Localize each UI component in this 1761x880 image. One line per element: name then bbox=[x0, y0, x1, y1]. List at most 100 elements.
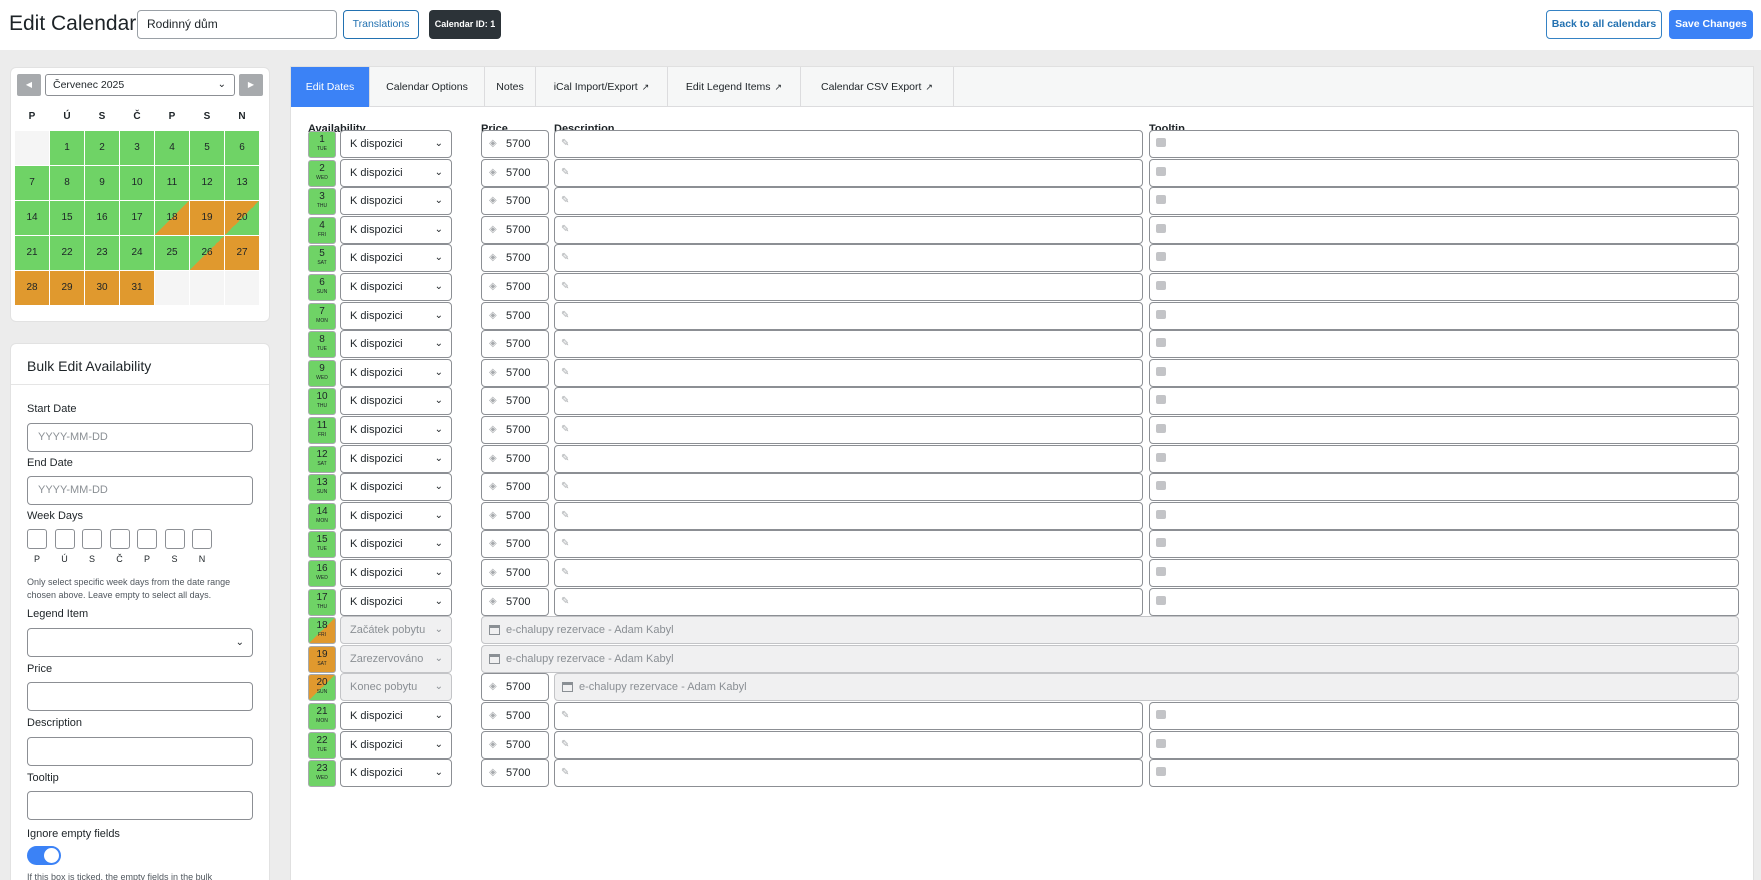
tooltip-input[interactable] bbox=[1149, 215, 1739, 244]
description-input[interactable]: ✎ bbox=[554, 416, 1143, 444]
weekday-checkbox[interactable] bbox=[54, 529, 75, 549]
description-input[interactable]: ✎ bbox=[554, 330, 1143, 359]
availability-select[interactable]: K dispozici ⌄ bbox=[340, 187, 452, 216]
tab-ical-import-export[interactable]: iCal Import/Export ↗ bbox=[536, 67, 668, 107]
description-input[interactable]: ✎ bbox=[554, 559, 1143, 587]
price-input[interactable]: ◈ 5700 bbox=[481, 702, 549, 730]
description-input[interactable]: ✎ bbox=[554, 187, 1143, 216]
calendar-day[interactable]: 17 bbox=[120, 201, 154, 235]
description-input[interactable]: ✎ bbox=[554, 587, 1143, 616]
availability-select[interactable]: K dispozici ⌄ bbox=[340, 416, 452, 444]
calendar-day[interactable]: 16 bbox=[85, 201, 119, 235]
availability-select[interactable]: K dispozici ⌄ bbox=[340, 759, 452, 788]
calendar-day[interactable]: 22 bbox=[50, 236, 84, 270]
price-input[interactable]: ◈ 5700 bbox=[481, 273, 549, 301]
availability-select[interactable]: K dispozici ⌄ bbox=[340, 530, 452, 559]
tooltip-input[interactable] bbox=[1149, 730, 1739, 759]
calendar-day[interactable]: 1 bbox=[50, 131, 84, 165]
calendar-day[interactable]: 31 bbox=[120, 271, 154, 305]
tooltip-input[interactable] bbox=[1149, 530, 1739, 559]
calendar-day[interactable]: 24 bbox=[120, 236, 154, 270]
price-input[interactable]: ◈ 5700 bbox=[481, 387, 549, 416]
calendar-day[interactable]: 6 bbox=[225, 131, 259, 165]
weekday-checkbox[interactable] bbox=[82, 529, 102, 549]
description-input[interactable]: ✎ bbox=[554, 730, 1143, 759]
tooltip-input[interactable] bbox=[1149, 702, 1739, 730]
calendar-day[interactable]: 2 bbox=[85, 131, 119, 165]
calendar-day[interactable]: 28 bbox=[15, 271, 49, 305]
availability-select[interactable]: K dispozici ⌄ bbox=[340, 444, 452, 473]
tooltip-input[interactable] bbox=[1149, 244, 1739, 273]
description-input[interactable]: ✎ bbox=[554, 387, 1143, 416]
price-input[interactable]: ◈ 5700 bbox=[481, 187, 549, 216]
calendar-day[interactable]: 3 bbox=[120, 131, 154, 165]
price-input[interactable]: ◈ 5700 bbox=[481, 444, 549, 473]
availability-select[interactable]: K dispozici ⌄ bbox=[340, 215, 452, 244]
tooltip-input[interactable] bbox=[1149, 301, 1739, 330]
availability-select[interactable]: K dispozici ⌄ bbox=[340, 301, 452, 330]
tooltip-input[interactable] bbox=[1149, 416, 1739, 444]
description-input[interactable]: ✎ bbox=[554, 130, 1143, 158]
availability-select[interactable]: K dispozici ⌄ bbox=[340, 358, 452, 387]
tooltip-input[interactable] bbox=[1149, 473, 1739, 502]
price-input[interactable]: ◈ 5700 bbox=[481, 301, 549, 330]
description-input[interactable]: ✎ bbox=[554, 444, 1143, 473]
availability-select[interactable]: K dispozici ⌄ bbox=[340, 130, 452, 158]
tooltip-input[interactable] bbox=[1149, 130, 1739, 158]
end-date-input[interactable]: YYYY-MM-DD bbox=[27, 476, 253, 505]
description-input[interactable]: ✎ bbox=[554, 273, 1143, 301]
tooltip-input[interactable] bbox=[1149, 444, 1739, 473]
availability-select[interactable]: K dispozici ⌄ bbox=[340, 702, 452, 730]
calendar-day[interactable]: 18 bbox=[155, 201, 189, 235]
price-input[interactable]: ◈ 5700 bbox=[481, 130, 549, 158]
description-input[interactable] bbox=[27, 737, 253, 766]
calendar-day[interactable]: 7 bbox=[15, 166, 49, 200]
description-input[interactable]: ✎ bbox=[554, 702, 1143, 730]
tab-notes[interactable]: Notes bbox=[485, 67, 536, 107]
availability-select[interactable]: K dispozici ⌄ bbox=[340, 501, 452, 530]
tooltip-input[interactable] bbox=[1149, 559, 1739, 587]
calendar-day[interactable]: 15 bbox=[50, 201, 84, 235]
price-input[interactable]: ◈ 5700 bbox=[481, 330, 549, 359]
start-date-input[interactable]: YYYY-MM-DD bbox=[27, 423, 253, 452]
price-input[interactable]: ◈ 5700 bbox=[481, 501, 549, 530]
legend-item-select[interactable]: ⌄ bbox=[27, 628, 253, 657]
price-input[interactable]: ◈ 5700 bbox=[481, 530, 549, 559]
calendar-day[interactable]: 10 bbox=[120, 166, 154, 200]
calendar-day[interactable]: 25 bbox=[155, 236, 189, 270]
calendar-day[interactable]: 27 bbox=[225, 236, 259, 270]
availability-select[interactable]: K dispozici ⌄ bbox=[340, 158, 452, 187]
calendar-day[interactable]: 20 bbox=[225, 201, 259, 235]
availability-select[interactable]: K dispozici ⌄ bbox=[340, 559, 452, 587]
availability-select[interactable]: K dispozici ⌄ bbox=[340, 587, 452, 616]
next-month-icon[interactable]: ▶ bbox=[239, 74, 263, 96]
availability-select[interactable]: K dispozici ⌄ bbox=[340, 330, 452, 359]
price-input[interactable]: ◈ 5700 bbox=[481, 759, 549, 788]
availability-select[interactable]: K dispozici ⌄ bbox=[340, 273, 452, 301]
price-input[interactable]: ◈ 5700 bbox=[481, 587, 549, 616]
tooltip-input[interactable] bbox=[1149, 759, 1739, 788]
price-input[interactable]: ◈ 5700 bbox=[481, 559, 549, 587]
price-input[interactable]: ◈ 5700 bbox=[481, 730, 549, 759]
price-input[interactable]: ◈ 5700 bbox=[481, 473, 549, 502]
month-select[interactable]: Červenec 2025 ⌄ bbox=[45, 74, 235, 96]
tooltip-input[interactable] bbox=[1149, 587, 1739, 616]
tooltip-input[interactable] bbox=[1149, 501, 1739, 530]
price-input[interactable] bbox=[27, 682, 253, 711]
weekday-checkbox[interactable] bbox=[192, 529, 212, 549]
calendar-name-input[interactable]: Rodinný dům bbox=[137, 10, 337, 39]
availability-select[interactable]: K dispozici ⌄ bbox=[340, 387, 452, 416]
tooltip-input[interactable] bbox=[1149, 158, 1739, 187]
calendar-day[interactable]: 12 bbox=[190, 166, 224, 200]
calendar-day[interactable]: 14 bbox=[15, 201, 49, 235]
description-input[interactable]: ✎ bbox=[554, 473, 1143, 502]
availability-select[interactable]: K dispozici ⌄ bbox=[340, 473, 452, 502]
price-input[interactable]: ◈ 5700 bbox=[481, 673, 549, 702]
tooltip-input[interactable] bbox=[27, 791, 253, 820]
calendar-day[interactable]: 9 bbox=[85, 166, 119, 200]
tooltip-input[interactable] bbox=[1149, 330, 1739, 359]
price-input[interactable]: ◈ 5700 bbox=[481, 244, 549, 273]
price-input[interactable]: ◈ 5700 bbox=[481, 358, 549, 387]
weekday-checkbox[interactable] bbox=[27, 529, 47, 549]
description-input[interactable]: ✎ bbox=[554, 759, 1143, 788]
